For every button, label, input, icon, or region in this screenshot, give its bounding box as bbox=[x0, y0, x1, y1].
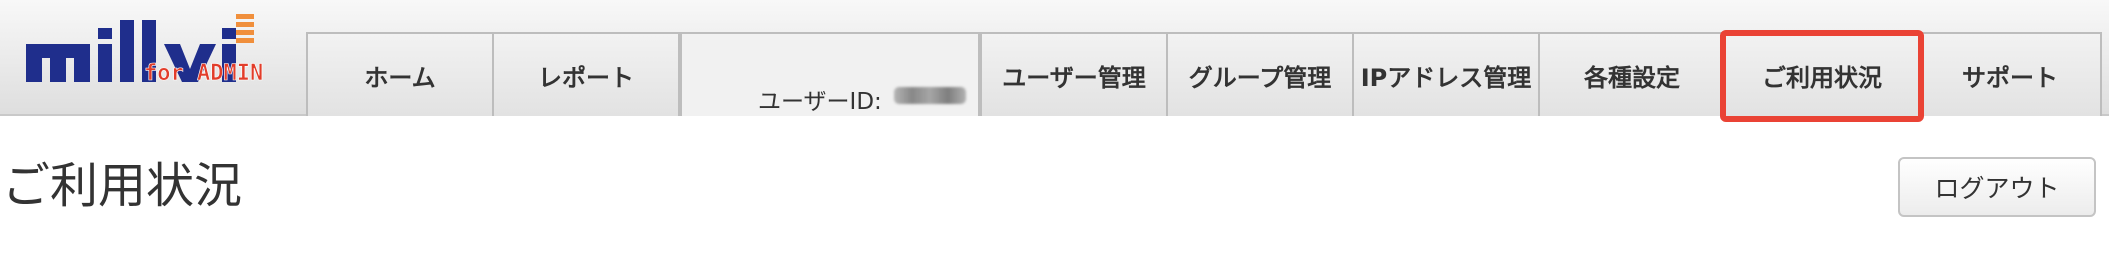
tab-settings-label: 各種設定 bbox=[1584, 63, 1680, 92]
tab-home-label: ホーム bbox=[364, 63, 436, 92]
tab-usage-label: ご利用状況 bbox=[1762, 63, 1882, 92]
tab-home[interactable]: ホーム bbox=[306, 32, 494, 116]
tab-ip-management[interactable]: IPアドレス管理 bbox=[1352, 32, 1540, 116]
millvi-logo[interactable]: for ADMIN bbox=[22, 14, 282, 94]
user-id-display: ユーザーID: bbox=[680, 32, 980, 116]
tab-ip-management-label: IPアドレス管理 bbox=[1360, 63, 1532, 92]
user-id-label: ユーザーID: bbox=[758, 89, 882, 115]
page-title: ご利用状況 bbox=[2, 158, 243, 214]
tab-support[interactable]: サポート bbox=[1918, 32, 2102, 116]
tab-support-label: サポート bbox=[1962, 63, 2058, 92]
logo-graphic: for ADMIN bbox=[26, 14, 264, 86]
top-navigation-bar: for ADMIN ホーム レポート ユーザーID: ユーザー管理 グループ管理… bbox=[0, 0, 2109, 122]
tab-settings[interactable]: 各種設定 bbox=[1538, 32, 1726, 116]
logout-button[interactable]: ログアウト bbox=[1898, 157, 2096, 217]
tab-report-label: レポート bbox=[538, 63, 634, 92]
tab-user-management[interactable]: ユーザー管理 bbox=[980, 32, 1168, 116]
tab-report[interactable]: レポート bbox=[492, 32, 680, 116]
tab-group-management[interactable]: グループ管理 bbox=[1166, 32, 1354, 116]
tab-group-management-label: グループ管理 bbox=[1188, 63, 1332, 92]
tab-user-management-label: ユーザー管理 bbox=[1002, 63, 1146, 92]
tab-usage[interactable]: ご利用状況 bbox=[1724, 32, 1920, 116]
user-id-value-redacted bbox=[894, 87, 966, 104]
logo-tagline: for ADMIN bbox=[144, 61, 263, 86]
